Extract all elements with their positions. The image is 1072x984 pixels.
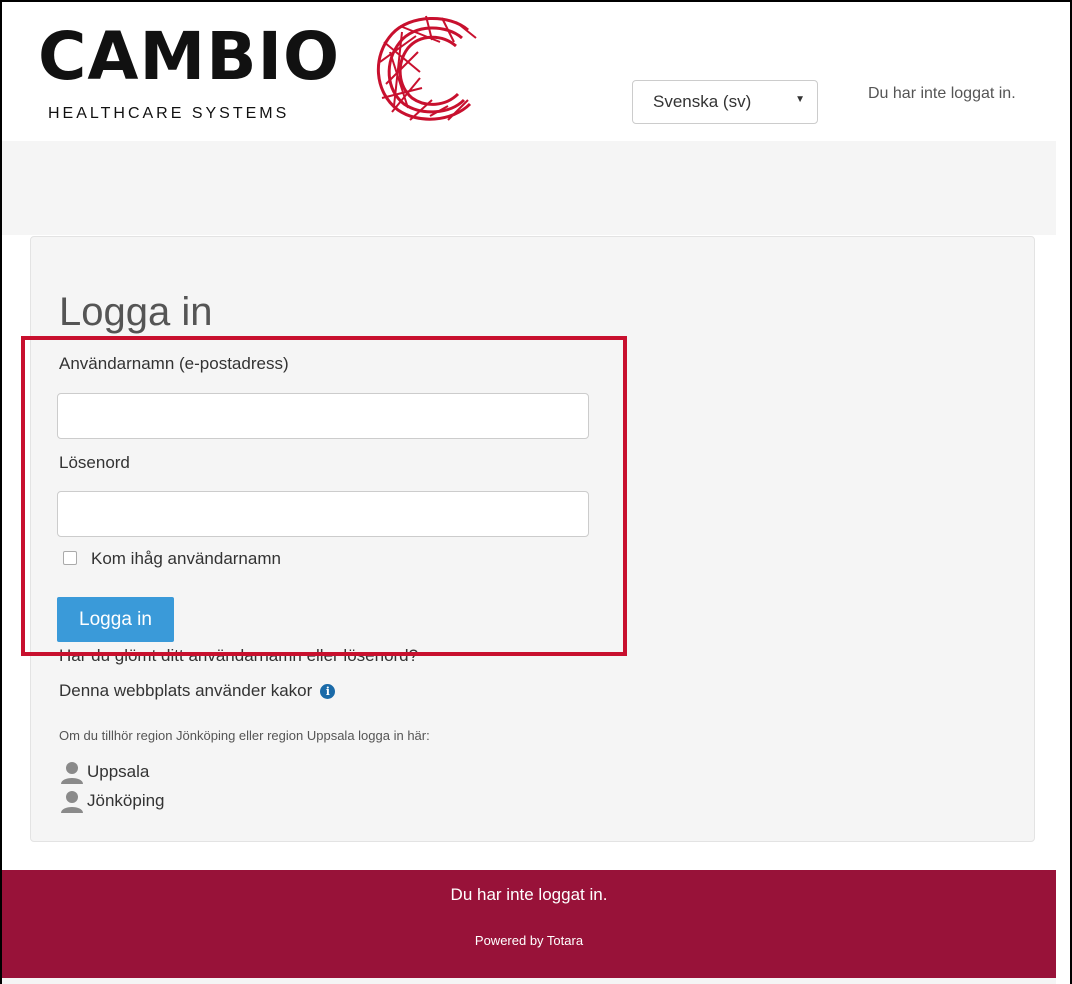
idp-uppsala-label: Uppsala [87, 762, 150, 781]
language-select-value: Svenska (sv) [653, 92, 752, 111]
cookies-notice: Denna webbplats använder kakor i [59, 681, 336, 701]
idp-uppsala-link[interactable]: Uppsala [59, 760, 149, 784]
header-band [2, 141, 1056, 235]
logo-tagline: HEALTHCARE SYSTEMS [48, 105, 290, 122]
region-login-note: Om du tillhör region Jönköping eller reg… [59, 728, 430, 743]
highlight-box [21, 336, 627, 656]
footer-bottom-strip [2, 978, 1056, 984]
user-icon [61, 762, 83, 784]
user-icon [61, 791, 83, 813]
info-icon[interactable]: i [320, 683, 336, 699]
language-select[interactable]: Svenska (sv) ▼ [632, 80, 818, 124]
idp-jonkoping-label: Jönköping [87, 791, 165, 810]
footer-login-status: Du har inte loggat in. [450, 885, 608, 904]
site-header: CAMBIO HEALTHCARE SYSTEMS Svenska (sv) ▼… [2, 2, 1056, 141]
page-title: Logga in [59, 290, 213, 334]
logo-wordmark[interactable]: CAMBIO [38, 24, 340, 90]
chevron-down-icon: ▼ [795, 94, 805, 105]
header-login-status: Du har inte loggat in. [868, 85, 1016, 102]
idp-jonkoping-link[interactable]: Jönköping [59, 789, 165, 813]
footer-powered-by[interactable]: Powered by Totara [2, 933, 1056, 948]
cookies-notice-text: Denna webbplats använder kakor [59, 681, 313, 700]
site-footer: Du har inte loggat in. Powered by Totara [2, 870, 1056, 978]
logo-c-mark-icon [377, 15, 477, 121]
